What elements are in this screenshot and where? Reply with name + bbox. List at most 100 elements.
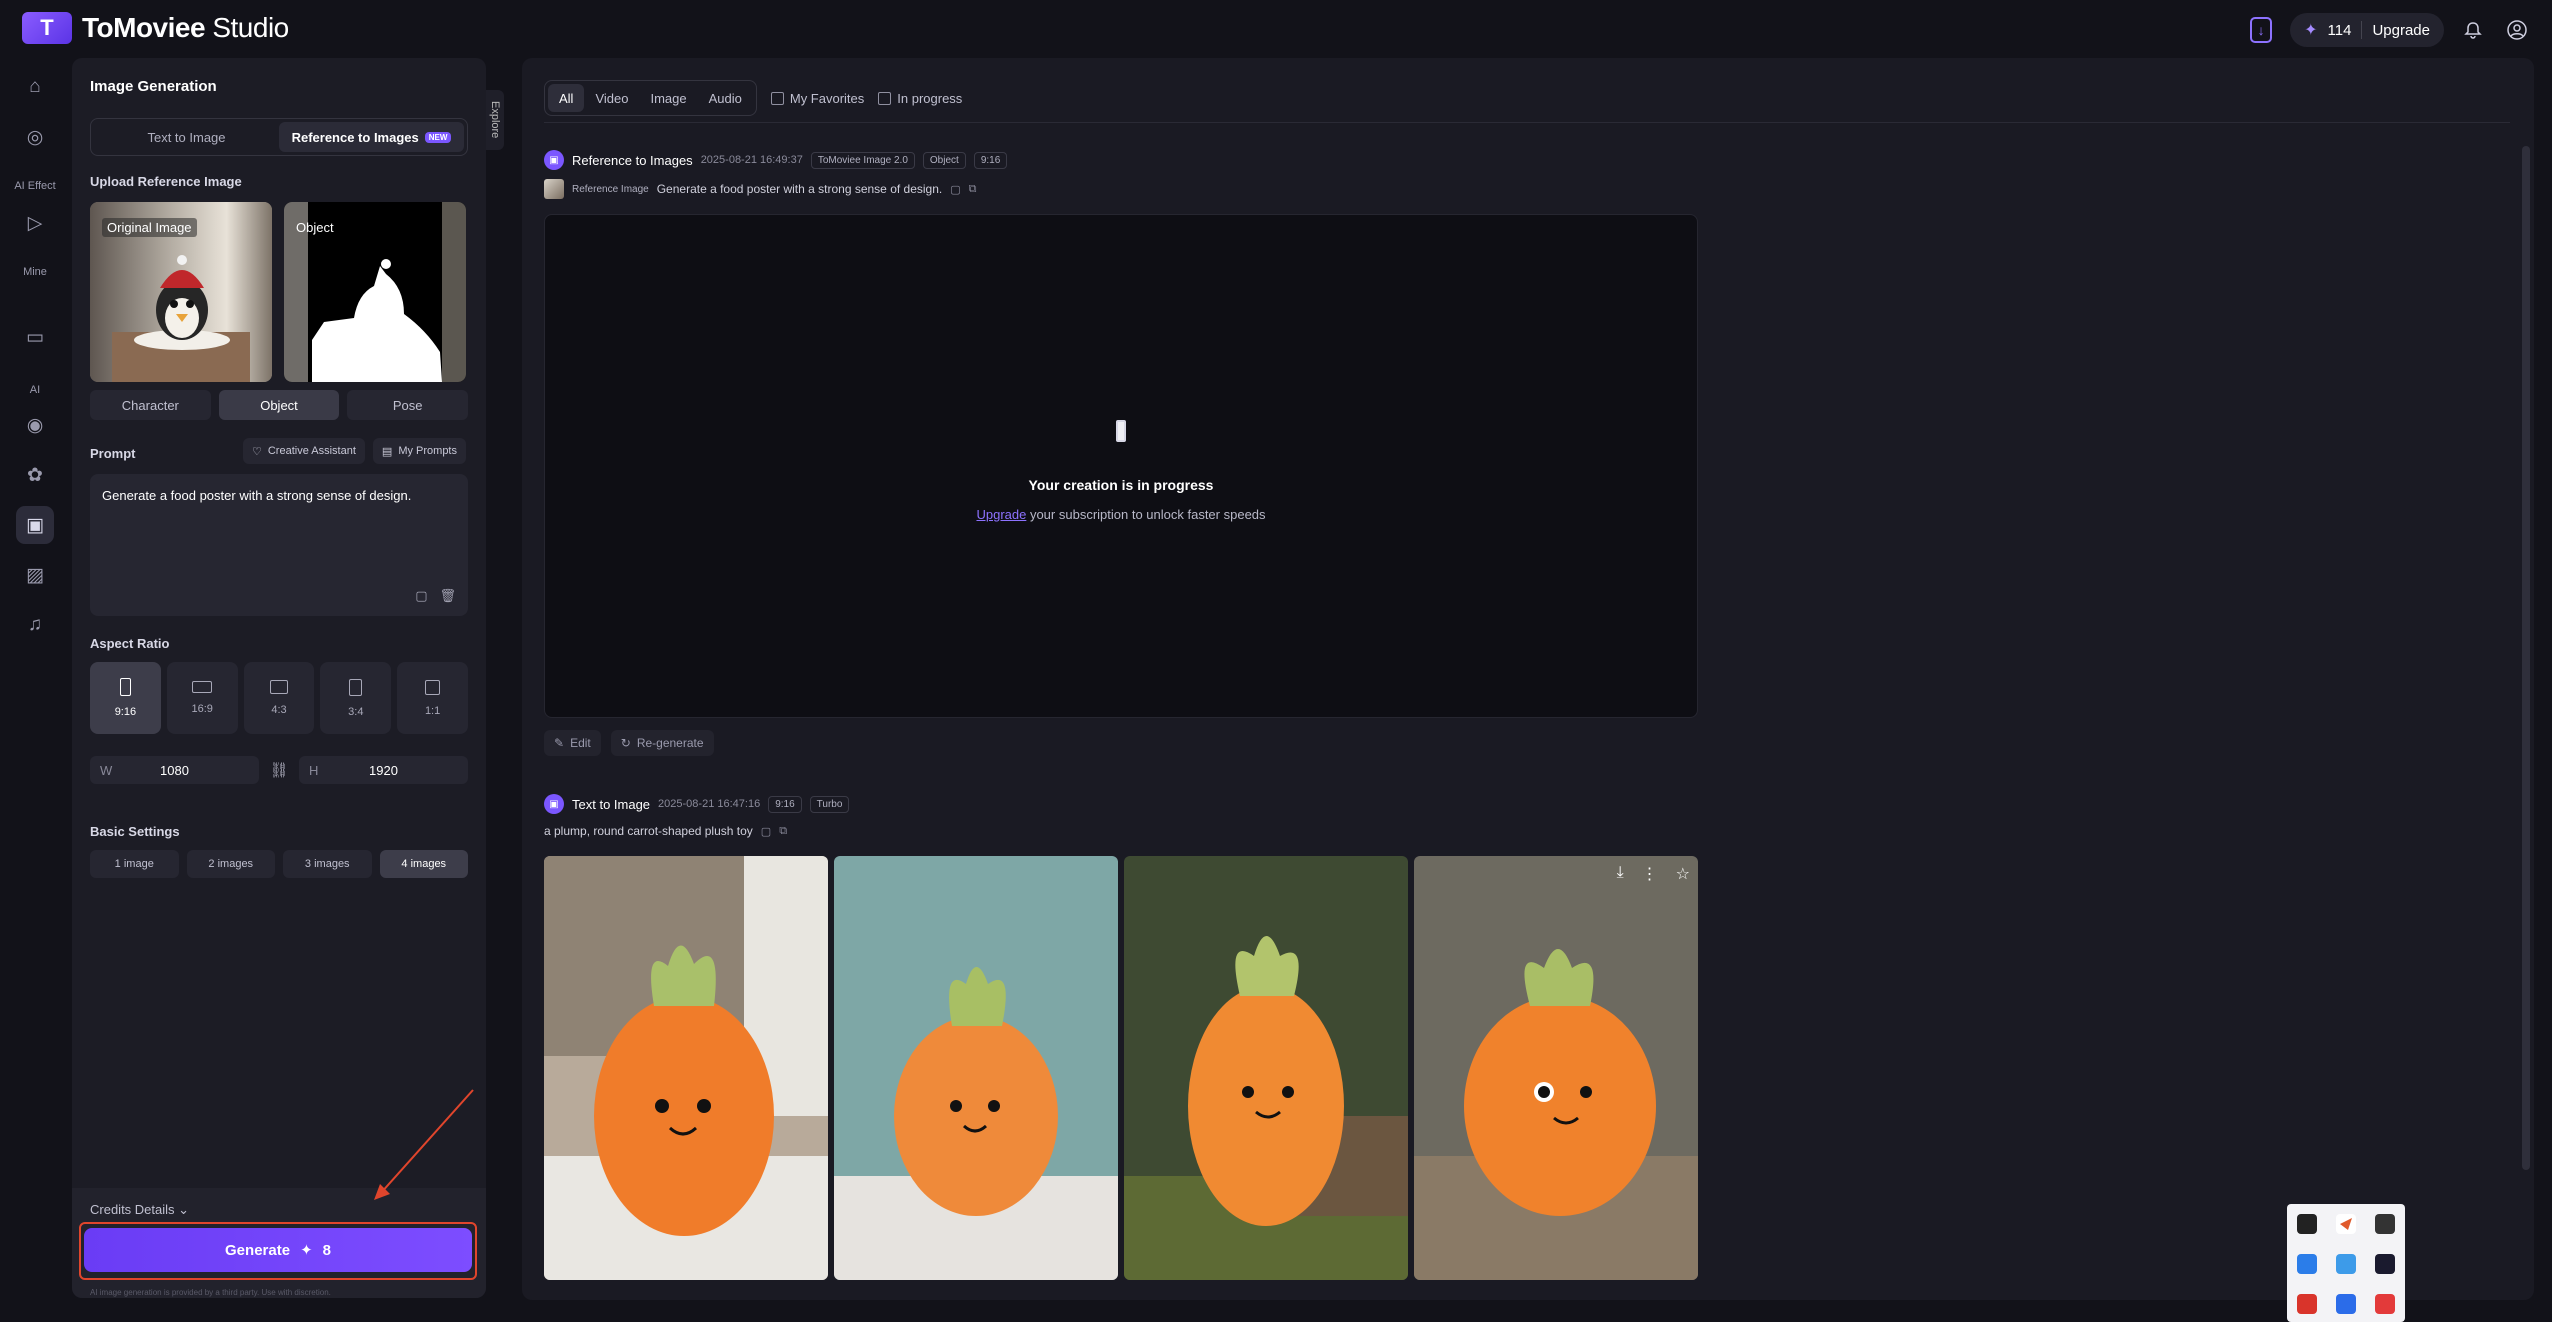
basic-settings-label: Basic Settings [90,824,180,839]
trash-icon[interactable]: 🗑 [439,588,456,604]
mode-object-button[interactable]: Object [218,390,340,420]
star-icon[interactable]: ☆ [1676,864,1690,884]
user-icon[interactable] [2502,15,2532,45]
count-1-button[interactable]: 1 image [90,850,179,878]
tray-app-icon-9[interactable] [2375,1294,2395,1314]
count-2-button[interactable]: 2 images [186,850,275,878]
result-image-4[interactable]: ⤓ ⋮ ☆ [1414,856,1698,1280]
tray-app-icon-2[interactable] [2336,1214,2356,1234]
ratio-chip: 9:16 [768,795,802,813]
my-favorites-checkbox[interactable]: My Favorites [770,91,864,106]
credits-details-toggle[interactable]: Credits Details ⌄ [90,1202,189,1218]
compass-icon[interactable]: ◎ [16,118,54,156]
creative-assistant-label: Creative Assistant [267,445,356,457]
in-progress-checkbox[interactable]: In progress [878,91,962,106]
tab-reference-to-images[interactable]: Reference to Images NEW [279,122,464,152]
explore-tab[interactable]: Explore [486,90,504,150]
palette-icon[interactable]: ✿ [16,456,54,494]
more-options-icon[interactable]: ⋮ [1642,864,1658,884]
entry-actions: ✎ Edit ↻ Re-generate [544,730,714,756]
bell-icon[interactable] [2458,15,2488,45]
disclaimer-text: AI image generation is provided by a thi… [90,1288,331,1297]
results-area: All Video Image Audio My Favorites In pr… [522,58,2534,1300]
result-images: ⤓ ⋮ ☆ [544,856,1698,1280]
creative-assistant-button[interactable]: ♡ Creative Assistant [242,438,365,464]
entry-prompt-row: Reference Image Generate a food poster w… [544,179,977,199]
image-ref-icon[interactable]: ▣ [16,506,54,544]
play-effect-icon[interactable]: ▷ [16,204,54,242]
mode-character-button[interactable]: Character [90,390,211,420]
ratio-9-16-button[interactable]: 9:16 [90,662,161,734]
tray-app-icon-1[interactable] [2297,1214,2317,1234]
result-image-3[interactable] [1124,856,1408,1280]
entry-header: ▣ Text to Image 2025-08-21 16:47:16 9:16… [544,794,850,814]
reference-thumbnail[interactable] [544,179,564,199]
in-progress-label: In progress [897,90,963,106]
filter-all[interactable]: All [548,84,585,112]
prompt-label: Prompt [90,446,136,461]
tray-app-icon-6[interactable] [2375,1254,2395,1274]
tray-app-icon-5[interactable] [2336,1254,2356,1274]
ratio-3-4-button[interactable]: 3:4 [320,662,392,734]
save-prompt-icon[interactable]: ▢ [415,588,427,604]
app-logo[interactable]: T ToMoviee Studio [22,12,289,44]
reference-mode-row: Character Object Pose [90,390,469,420]
width-field[interactable]: W 1080 [90,756,259,784]
copy-icon[interactable]: ⧉ [779,825,787,838]
carrot-plush-image [1124,856,1408,1280]
count-3-button[interactable]: 3 images [283,850,372,878]
filter-video[interactable]: Video [584,84,639,112]
generate-cost: 8 [322,1241,331,1259]
edit-button[interactable]: ✎ Edit [544,730,601,756]
tab-text-to-image[interactable]: Text to Image [94,122,279,152]
regenerate-button[interactable]: ↻ Re-generate [610,730,714,756]
ratio-1-1-button[interactable]: 1:1 [397,662,468,734]
image-gen-icon: ▣ [544,150,564,170]
rail-label-ai: AI [29,384,41,396]
progress-title: Your creation is in progress [1028,477,1214,493]
folder-icon[interactable]: ▭ [16,318,54,356]
image-gen-icon: ▣ [544,794,564,814]
lightbulb-icon: ♡ [251,445,262,458]
mode-pose-button[interactable]: Pose [347,390,469,420]
explore-label: Explore [489,101,501,139]
filter-image[interactable]: Image [639,84,697,112]
save-prompt-icon[interactable]: ▢ [950,183,960,196]
music-icon[interactable]: ♫ [16,606,54,644]
rail-label-ai-effect: AI Effect [14,180,56,192]
tray-app-icon-7[interactable] [2297,1294,2317,1314]
count-4-button[interactable]: 4 images [379,850,468,878]
image-edit-icon[interactable]: ▨ [16,556,54,594]
filter-audio[interactable]: Audio [698,84,753,112]
my-prompts-button[interactable]: ▤ My Prompts [372,438,466,464]
checkbox-box [878,91,892,105]
tray-app-icon-4[interactable] [2297,1254,2317,1274]
link-icon[interactable]: ⛓ [269,761,289,779]
video-ai-icon[interactable]: ◉ [16,406,54,444]
reference-object-mask[interactable]: Object [284,202,466,382]
generate-button[interactable]: Generate ✦ 8 [84,1228,472,1272]
chevron-down-icon: ⌄ [178,1202,190,1217]
download-app-button[interactable]: ↓ [2246,15,2276,45]
prompt-input[interactable]: Generate a food poster with a strong sen… [90,474,468,616]
ratio-4-3-button[interactable]: 4:3 [243,662,315,734]
result-image-2[interactable] [834,856,1118,1280]
upgrade-link[interactable]: Upgrade [976,507,1026,522]
my-prompts-label: My Prompts [398,445,457,457]
object-tag: Object [296,220,334,235]
tray-app-icon-8[interactable] [2336,1294,2356,1314]
download-icon[interactable]: ⤓ [1617,864,1624,884]
tray-app-icon-3[interactable] [2375,1214,2395,1234]
home-icon[interactable]: ⌂ [16,68,54,106]
reference-original-image[interactable]: Original Image [90,202,272,382]
save-prompt-icon[interactable]: ▢ [761,825,771,838]
copy-icon[interactable]: ⧉ [969,183,977,196]
ratio-16-9-button[interactable]: 16:9 [166,662,238,734]
scrollbar-thumb[interactable] [2522,146,2530,1170]
carrot-plush-image [544,856,828,1280]
upgrade-link[interactable]: Upgrade [2372,22,2430,39]
height-field[interactable]: H 1920 [299,756,468,784]
credits-pill[interactable]: ✦ 114 Upgrade [2290,13,2444,47]
result-image-1[interactable] [544,856,828,1280]
width-label: W [100,762,113,778]
